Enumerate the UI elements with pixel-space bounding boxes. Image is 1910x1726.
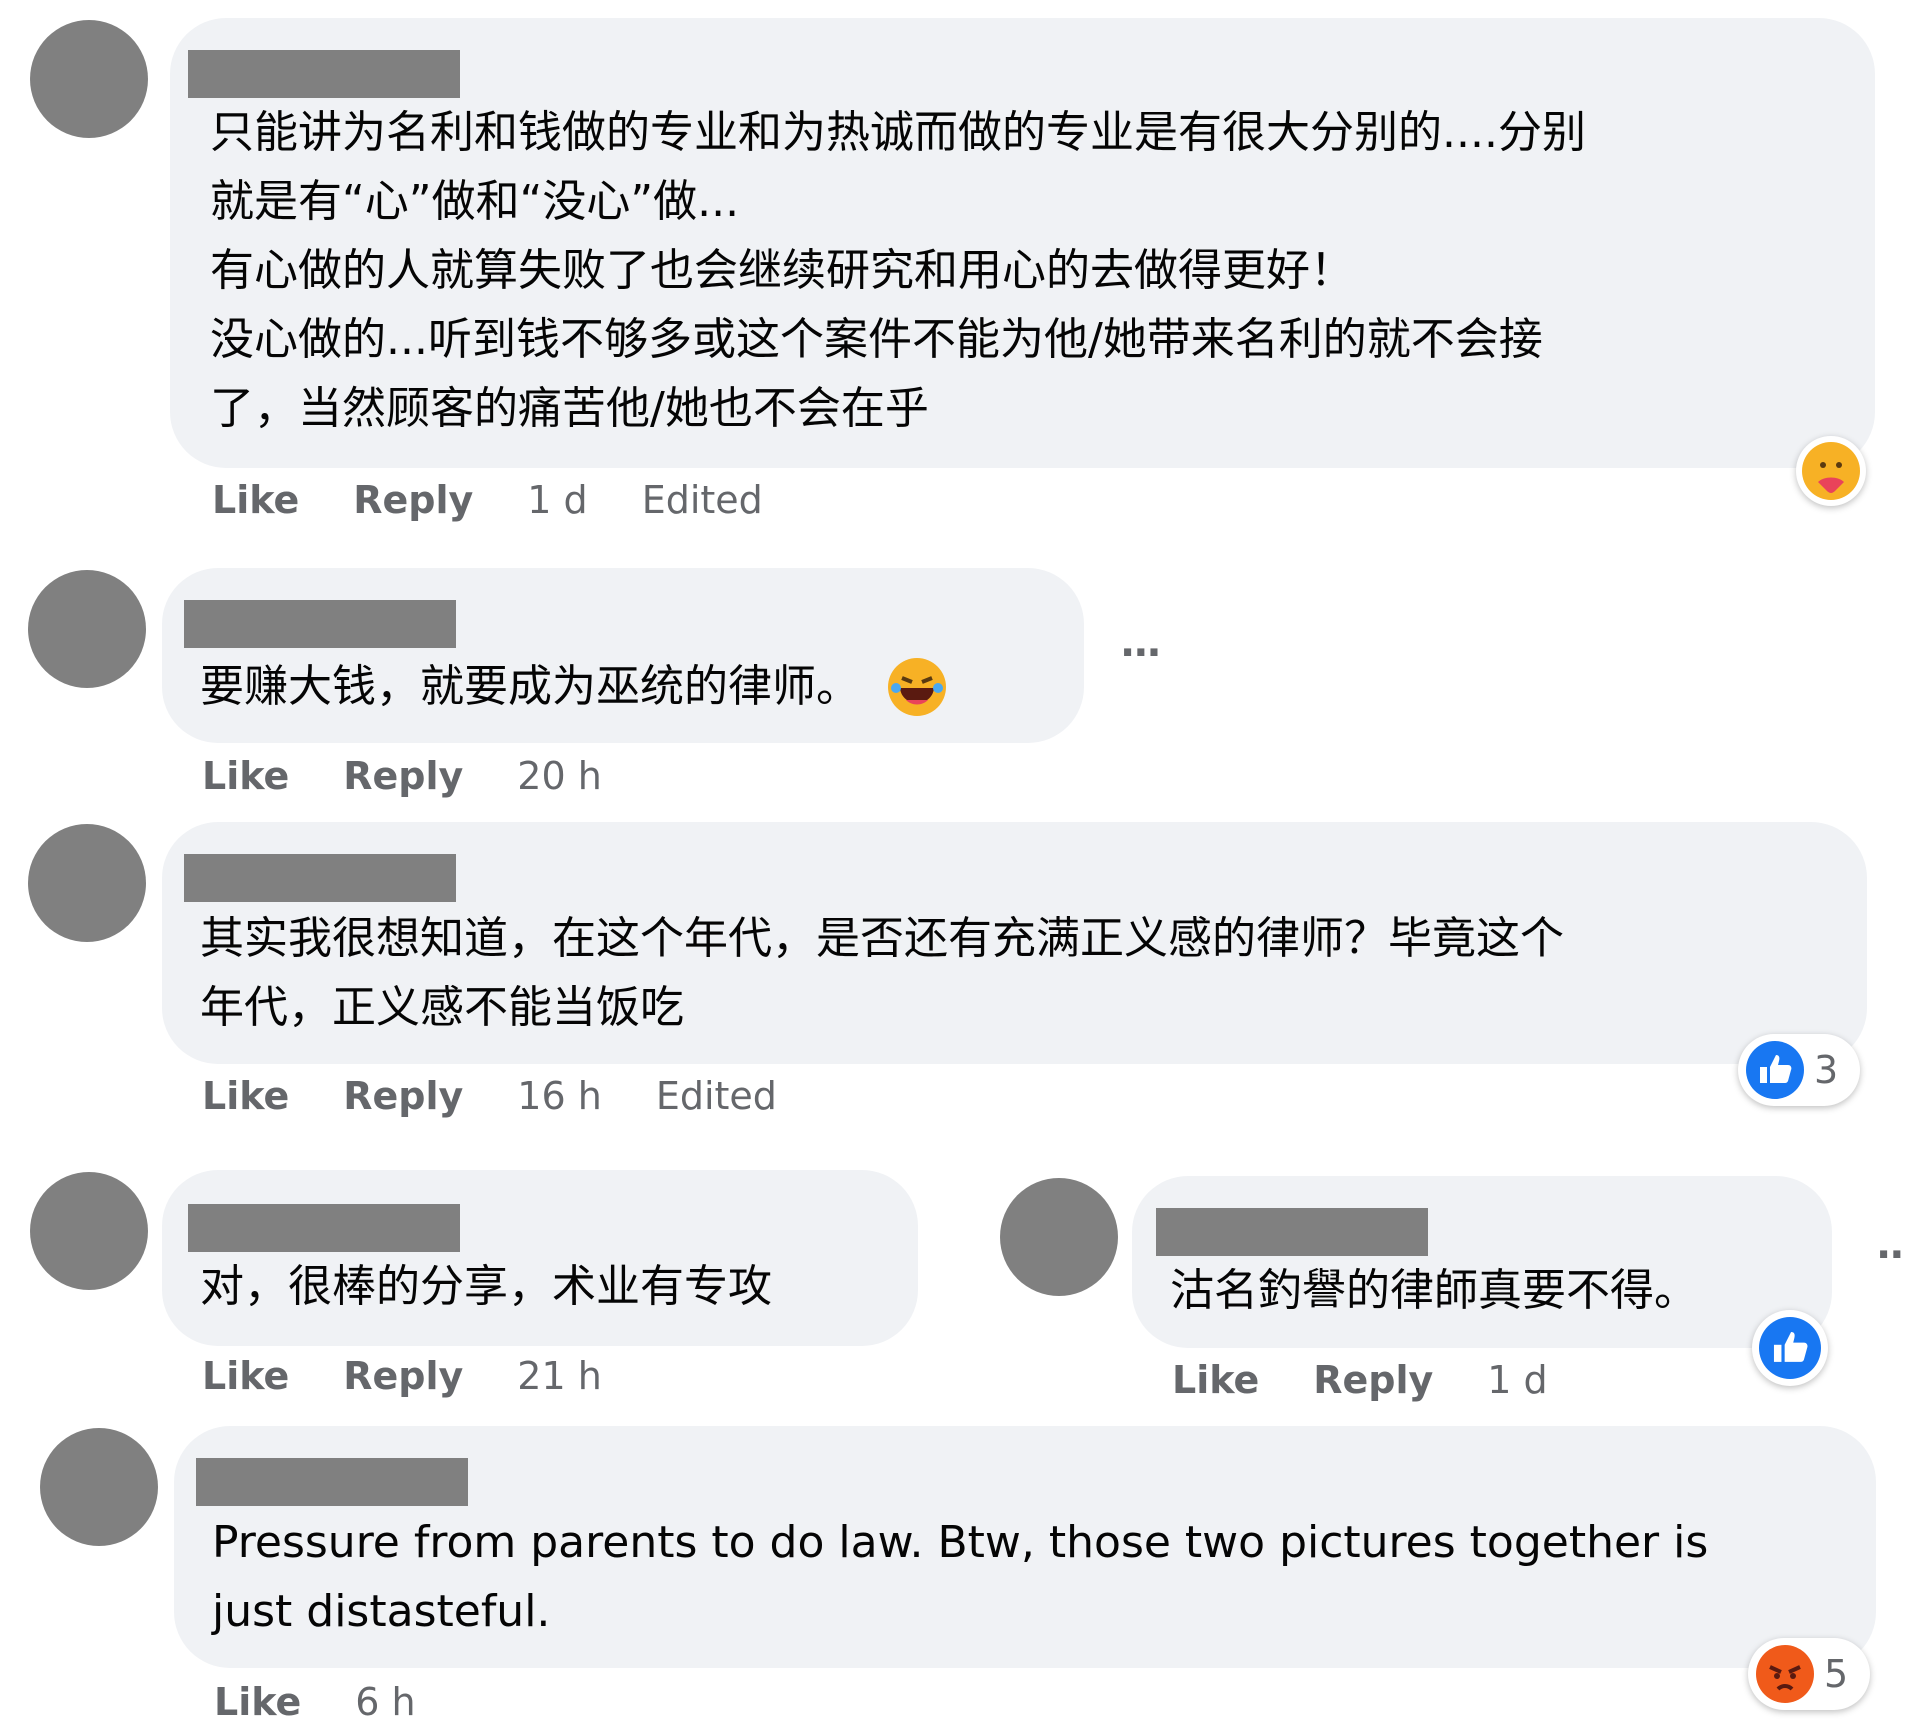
- redacted-author-name[interactable]: [188, 50, 460, 98]
- like-button[interactable]: Like: [202, 1354, 289, 1398]
- reaction-summary[interactable]: [1796, 436, 1866, 506]
- reply-button[interactable]: Reply: [343, 1074, 463, 1118]
- redacted-author-name[interactable]: [184, 854, 456, 902]
- avatar[interactable]: [28, 824, 146, 942]
- like-thumb-icon: [1759, 1317, 1821, 1379]
- edited-label[interactable]: Edited: [642, 478, 763, 522]
- reaction-summary[interactable]: 3: [1738, 1034, 1860, 1106]
- like-button[interactable]: Like: [202, 1074, 289, 1118]
- care-emoji-icon: [1802, 442, 1860, 500]
- more-options-button[interactable]: ···: [1120, 630, 1162, 676]
- comment-text-line: 其实我很想知道，在这个年代，是否还有充满正义感的律师？毕竟这个: [200, 913, 1564, 964]
- avatar[interactable]: [30, 1172, 148, 1290]
- redacted-author-name[interactable]: [188, 1204, 460, 1252]
- reply-button[interactable]: Reply: [1313, 1358, 1433, 1402]
- reaction-summary[interactable]: [1752, 1310, 1828, 1386]
- like-button[interactable]: Like: [1172, 1358, 1259, 1402]
- avatar[interactable]: [1000, 1178, 1118, 1296]
- comment-text-line: 对，很棒的分享，术业有专攻: [200, 1261, 772, 1312]
- comment-text-line: 没心做的...听到钱不够多或这个案件不能为他/她带来名利的就不会接: [210, 314, 1543, 365]
- comment-text: 要赚大钱，就要成为巫统的律师。: [200, 661, 860, 712]
- comment-text-line: 只能讲为名利和钱做的专业和为热诚而做的专业是有很大分别的....分别: [210, 107, 1586, 158]
- timestamp[interactable]: 21 h: [517, 1354, 602, 1398]
- laughing-emoji-icon: [888, 657, 946, 716]
- like-button[interactable]: Like: [214, 1680, 301, 1724]
- comment-text-line: 有心做的人就算失败了也会继续研究和用心的去做得更好！: [210, 245, 1354, 296]
- comment-text-line: 了，当然顾客的痛苦他/她也不会在乎: [210, 383, 929, 434]
- timestamp[interactable]: 6 h: [355, 1680, 415, 1724]
- avatar[interactable]: [28, 570, 146, 688]
- comment-text-line: 年代，正义感不能当饭吃: [200, 982, 684, 1033]
- avatar[interactable]: [40, 1428, 158, 1546]
- comment-actions: Like 6 h: [214, 1680, 470, 1724]
- comment-text-line: Pressure from parents to do law. Btw, th…: [212, 1517, 1709, 1568]
- reaction-count: 3: [1814, 1048, 1839, 1092]
- angry-emoji-icon: [1756, 1645, 1814, 1703]
- comment-text-line: just distasteful.: [212, 1586, 551, 1637]
- reply-button[interactable]: Reply: [343, 1354, 463, 1398]
- comment-actions: Like Reply 1 d Edited: [212, 478, 817, 522]
- comment-actions: Like Reply 1 d: [1172, 1358, 1602, 1402]
- reaction-count: 5: [1824, 1652, 1849, 1696]
- comment-text-line: 就是有“心”做和“没心”做...: [210, 176, 740, 227]
- comment-actions: Like Reply 16 h Edited: [202, 1074, 831, 1118]
- like-thumb-icon: [1746, 1041, 1804, 1099]
- edited-label[interactable]: Edited: [656, 1074, 777, 1118]
- reply-button[interactable]: Reply: [353, 478, 473, 522]
- avatar[interactable]: [30, 20, 148, 138]
- comment-actions: Like Reply 20 h: [202, 754, 656, 798]
- reaction-summary[interactable]: 5: [1748, 1638, 1870, 1710]
- more-options-button[interactable]: ··: [1876, 1232, 1904, 1278]
- redacted-author-name[interactable]: [196, 1458, 468, 1506]
- redacted-author-name[interactable]: [1156, 1208, 1428, 1256]
- reply-button[interactable]: Reply: [343, 754, 463, 798]
- timestamp[interactable]: 1 d: [527, 478, 587, 522]
- comment-text-line: 要赚大钱，就要成为巫统的律师。: [200, 652, 946, 721]
- like-button[interactable]: Like: [202, 754, 289, 798]
- comment-actions: Like Reply 21 h: [202, 1354, 656, 1398]
- timestamp[interactable]: 16 h: [517, 1074, 602, 1118]
- like-button[interactable]: Like: [212, 478, 299, 522]
- timestamp[interactable]: 1 d: [1487, 1358, 1547, 1402]
- comment-text-line: 沽名釣譽的律師真要不得。: [1170, 1265, 1698, 1316]
- timestamp[interactable]: 20 h: [517, 754, 602, 798]
- redacted-author-name[interactable]: [184, 600, 456, 648]
